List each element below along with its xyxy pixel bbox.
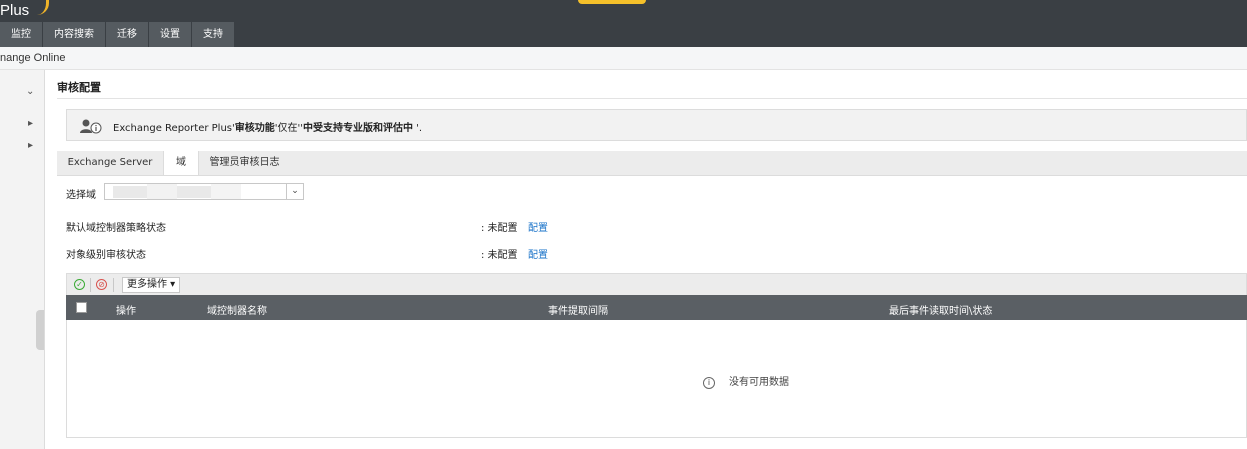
- info-icon: i: [703, 377, 715, 389]
- sidebar-collapse-handle[interactable]: [36, 310, 44, 350]
- domain-select[interactable]: ⌄: [104, 183, 304, 200]
- table-header: 操作 域控制器名称 事件提取间隔 最后事件读取时间\状态: [66, 295, 1247, 320]
- table-toolbar: ✓ ⊘ 更多操作 ▾: [66, 273, 1247, 295]
- product-logo: Plus: [0, 2, 30, 19]
- chevron-down-icon[interactable]: ⌄: [26, 86, 34, 97]
- column-header-action[interactable]: 操作: [116, 302, 136, 317]
- divider: [57, 98, 1247, 99]
- empty-state-text: 没有可用数据: [729, 377, 789, 388]
- ban-circle-icon[interactable]: ⊘: [96, 279, 107, 290]
- more-actions-button[interactable]: 更多操作 ▾: [122, 277, 181, 293]
- default-dc-policy-label: 默认域控制器策略状态: [66, 223, 166, 234]
- chevron-right-icon[interactable]: ▸: [28, 140, 33, 151]
- user-info-icon: [80, 119, 102, 134]
- select-domain-label: 选择域: [66, 190, 96, 201]
- logo-swoosh-icon: [37, 0, 49, 15]
- banner-message: Exchange Reporter Plus'审核功能'仅在''中受支持专业版和…: [113, 123, 423, 134]
- configure-dc-policy-link[interactable]: 配置: [528, 219, 548, 234]
- main-nav: 监控 内容搜索 迁移 设置 支持: [0, 22, 1247, 47]
- page-title: 审核配置: [57, 81, 101, 94]
- content-tabs: Exchange Server 域 管理员审核日志: [57, 151, 1247, 176]
- select-all-checkbox[interactable]: [76, 302, 87, 313]
- info-banner: Exchange Reporter Plus'审核功能'仅在''中受支持专业版和…: [66, 109, 1247, 141]
- chevron-down-icon[interactable]: ⌄: [286, 184, 303, 199]
- object-audit-label: 对象级别审核状态: [66, 250, 146, 261]
- empty-state: i 没有可用数据: [703, 373, 789, 389]
- nav-tab-monitor[interactable]: 监控: [0, 22, 43, 47]
- divider: [90, 278, 91, 292]
- table-body: i 没有可用数据: [66, 320, 1247, 438]
- sidebar: ⌄ ▸ ▸: [0, 70, 45, 449]
- column-header-event-interval[interactable]: 事件提取间隔: [548, 302, 608, 317]
- check-circle-icon[interactable]: ✓: [74, 279, 85, 290]
- object-audit-status: : 未配置: [481, 250, 518, 261]
- column-header-last-event-time[interactable]: 最后事件读取时间\状态: [889, 302, 992, 317]
- breadcrumb-bar: nange Online: [0, 47, 1247, 70]
- nav-tab-migration[interactable]: 迁移: [106, 22, 149, 47]
- configure-object-audit-link[interactable]: 配置: [528, 246, 548, 261]
- tab-domain[interactable]: 域: [163, 151, 199, 175]
- column-header-dc-name[interactable]: 域控制器名称: [207, 302, 267, 317]
- breadcrumb[interactable]: nange Online: [0, 52, 65, 64]
- nav-tab-settings[interactable]: 设置: [149, 22, 192, 47]
- default-dc-policy-status: : 未配置: [481, 223, 518, 234]
- nav-tab-support[interactable]: 支持: [192, 22, 235, 47]
- app-header: Plus: [0, 0, 1247, 22]
- chevron-right-icon[interactable]: ▸: [28, 118, 33, 129]
- tab-exchange-server[interactable]: Exchange Server: [57, 151, 163, 175]
- tab-admin-audit-log[interactable]: 管理员审核日志: [198, 151, 291, 175]
- divider: [113, 278, 114, 292]
- nav-tab-content-search[interactable]: 内容搜索: [43, 22, 106, 47]
- notification-badge[interactable]: [578, 0, 646, 4]
